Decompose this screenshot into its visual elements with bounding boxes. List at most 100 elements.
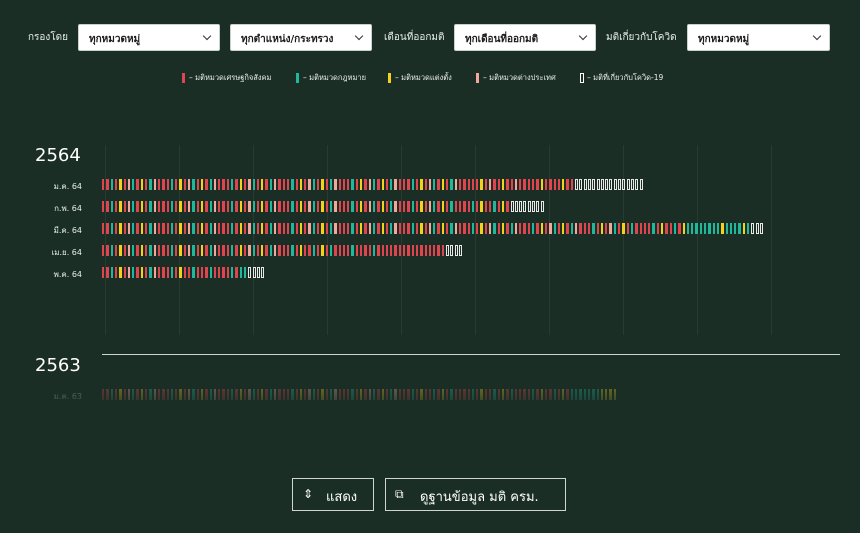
resolution-mark-appoint[interactable] [200,223,204,234]
resolution-mark-econ[interactable] [424,245,427,256]
resolution-mark-econ[interactable] [596,223,599,234]
resolution-mark-appoint[interactable] [299,223,303,234]
resolution-mark-econ[interactable] [532,179,535,190]
resolution-mark-law[interactable] [312,223,316,234]
resolution-mark-econ[interactable] [347,245,350,256]
resolution-mark-appoint[interactable] [441,201,445,212]
resolution-mark-foreign[interactable] [334,201,337,212]
resolution-mark-law[interactable] [170,201,174,212]
resolution-mark-econ[interactable] [175,179,178,190]
resolution-mark-foreign[interactable] [153,267,156,278]
resolution-mark-appoint[interactable] [480,223,483,234]
resolution-mark-econ[interactable] [364,245,367,256]
resolution-mark-law[interactable] [652,223,655,234]
resolution-mark-law[interactable] [209,179,212,190]
resolution-mark-econ[interactable] [403,245,406,256]
resolution-mark-econ[interactable] [639,223,642,234]
resolution-mark-law[interactable] [291,179,294,190]
resolution-mark-covid[interactable] [248,267,252,278]
resolution-mark-foreign[interactable] [428,201,432,212]
resolution-mark-law[interactable] [132,267,135,278]
resolution-mark-appoint[interactable] [261,179,264,190]
resolution-mark-econ[interactable] [205,201,208,212]
resolution-mark-appoint[interactable] [261,201,264,212]
resolution-mark-law[interactable] [269,201,273,212]
resolution-mark-foreign[interactable] [188,179,191,190]
resolution-mark-econ[interactable] [157,267,161,278]
resolution-mark-econ[interactable] [106,201,109,212]
resolution-mark-appoint[interactable] [239,179,242,190]
resolution-mark-econ[interactable] [553,179,556,190]
resolution-mark-appoint[interactable] [140,179,144,190]
resolution-mark-law[interactable] [686,223,690,234]
resolution-mark-econ[interactable] [114,267,118,278]
resolution-mark-law[interactable] [132,245,135,256]
resolution-mark-law[interactable] [510,223,513,234]
resolution-mark-econ[interactable] [235,179,238,190]
resolution-mark-econ[interactable] [398,179,402,190]
resolution-mark-econ[interactable] [282,201,285,212]
resolution-mark-appoint[interactable] [501,201,505,212]
resolution-mark-econ[interactable] [497,179,500,190]
resolution-mark-econ[interactable] [136,245,139,256]
resolution-mark-econ[interactable] [145,245,148,256]
resolution-mark-foreign[interactable] [308,179,311,190]
resolution-mark-law[interactable] [170,267,174,278]
resolution-mark-appoint[interactable] [562,179,565,190]
resolution-mark-foreign[interactable] [188,245,191,256]
resolution-mark-foreign[interactable] [428,223,432,234]
resolution-mark-foreign[interactable] [213,245,217,256]
resolution-mark-appoint[interactable] [480,179,483,190]
resolution-mark-appoint[interactable] [501,179,505,190]
resolution-mark-econ[interactable] [523,179,526,190]
resolution-mark-econ[interactable] [286,245,290,256]
resolution-mark-law[interactable] [691,223,694,234]
resolution-mark-econ[interactable] [183,179,187,190]
resolution-mark-law[interactable] [291,245,294,256]
resolution-mark-econ[interactable] [205,223,208,234]
resolution-mark-econ[interactable] [398,201,402,212]
resolution-mark-econ[interactable] [235,267,238,278]
resolution-mark-econ[interactable] [278,179,281,190]
resolution-mark-foreign[interactable] [248,223,251,234]
resolution-mark-law[interactable] [209,201,212,212]
resolution-mark-appoint[interactable] [381,179,384,190]
resolution-mark-appoint[interactable] [299,179,303,190]
resolution-mark-econ[interactable] [325,223,328,234]
resolution-mark-econ[interactable] [222,223,225,234]
resolution-mark-law[interactable] [231,201,234,212]
resolution-mark-econ[interactable] [256,223,260,234]
resolution-mark-law[interactable] [149,179,152,190]
resolution-mark-foreign[interactable] [489,223,492,234]
resolution-mark-law[interactable] [192,179,195,190]
resolution-mark-econ[interactable] [188,267,191,278]
resolution-mark-econ[interactable] [282,245,285,256]
resolution-mark-appoint[interactable] [360,201,363,212]
resolution-mark-foreign[interactable] [153,245,156,256]
view-database-button[interactable]: ⧉ ดูฐานข้อมูล มติ ครม. [385,478,566,511]
resolution-mark-foreign[interactable] [575,223,578,234]
resolution-mark-econ[interactable] [175,267,178,278]
resolution-mark-econ[interactable] [407,223,410,234]
resolution-mark-law[interactable] [209,245,212,256]
resolution-mark-econ[interactable] [114,201,118,212]
resolution-mark-econ[interactable] [123,179,126,190]
resolution-mark-econ[interactable] [166,267,169,278]
resolution-mark-econ[interactable] [377,223,380,234]
resolution-mark-econ[interactable] [678,223,681,234]
resolution-mark-econ[interactable] [226,267,230,278]
resolution-mark-appoint[interactable] [562,223,565,234]
resolution-mark-econ[interactable] [342,245,346,256]
resolution-mark-appoint[interactable] [119,245,122,256]
resolution-mark-econ[interactable] [102,245,105,256]
resolution-mark-econ[interactable] [265,201,268,212]
resolution-mark-law[interactable] [592,223,595,234]
resolution-mark-econ[interactable] [381,245,384,256]
resolution-mark-econ[interactable] [295,245,298,256]
resolution-mark-econ[interactable] [235,201,238,212]
resolution-mark-covid[interactable] [626,179,630,190]
resolution-mark-law[interactable] [411,223,414,234]
resolution-mark-econ[interactable] [403,223,406,234]
resolution-mark-econ[interactable] [579,223,582,234]
resolution-mark-econ[interactable] [536,179,539,190]
